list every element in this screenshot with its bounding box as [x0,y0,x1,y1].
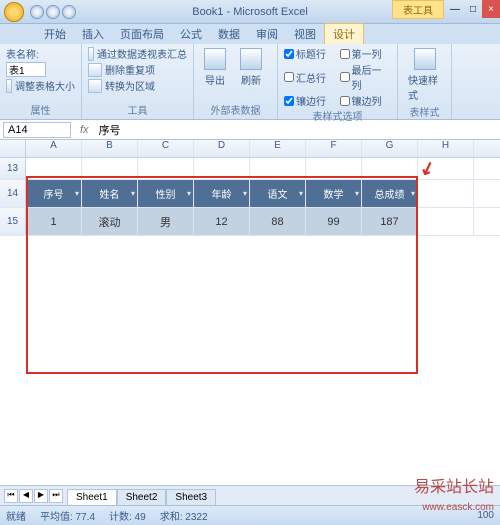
cell[interactable]: 88 [250,208,306,235]
col-A[interactable]: A [26,140,82,157]
window-title: Book1 - Microsoft Excel [192,6,308,18]
group-styles-label: 表样式 [404,104,445,119]
cell[interactable]: 12 [194,208,250,235]
cell[interactable]: 姓名 [82,180,138,207]
convert-icon [88,79,102,93]
minimize-button[interactable]: — [446,0,464,18]
remove-duplicates-button[interactable]: 删除重复项 [88,62,187,77]
contextual-tab-label: 表工具 [392,0,444,19]
tab-view[interactable]: 视图 [286,24,324,44]
formula-bar: A14 fx 序号 [0,120,500,140]
sheet-tab-3[interactable]: Sheet3 [166,489,216,505]
tab-formula[interactable]: 公式 [172,24,210,44]
cell[interactable] [306,158,362,179]
export-button[interactable]: 导出 [200,46,230,89]
cell[interactable]: 语文 [250,180,306,207]
quick-styles-button[interactable]: 快速样式 [404,46,445,104]
pivot-summary-button[interactable]: 通过数据透视表汇总 [88,46,187,61]
cell[interactable]: 性别 [138,180,194,207]
dedup-icon [88,63,102,77]
tab-insert[interactable]: 插入 [74,24,112,44]
tab-nav-first[interactable]: ⏮ [4,489,18,503]
chk-banded-col[interactable]: 镶边列 [340,93,392,108]
formula-input[interactable]: 序号 [95,122,500,138]
cell[interactable]: 序号 [26,180,82,207]
chk-first-col[interactable]: 第一列 [340,46,392,61]
convert-range-button[interactable]: 转换为区域 [88,78,187,93]
sheet-tab-2[interactable]: Sheet2 [117,489,167,505]
col-D[interactable]: D [194,140,250,157]
cell[interactable] [82,158,138,179]
cell[interactable]: 1 [26,208,82,235]
chk-last-col[interactable]: 最后一列 [340,62,392,92]
close-button[interactable]: × [482,0,500,18]
group-tools-label: 工具 [88,102,187,117]
cell[interactable] [138,158,194,179]
tab-home[interactable]: 开始 [36,24,74,44]
cell[interactable]: 年龄 [194,180,250,207]
row-header[interactable]: 13 [0,158,26,179]
qat-redo-icon[interactable] [62,5,76,19]
title-bar: Book1 - Microsoft Excel 表工具 — □ × [0,0,500,24]
cell[interactable] [418,180,474,207]
cell[interactable] [194,158,250,179]
cell[interactable] [250,158,306,179]
group-properties-label: 属性 [6,102,75,117]
resize-table-button[interactable]: 调整表格大小 [6,78,75,93]
cell[interactable]: 99 [306,208,362,235]
col-B[interactable]: B [82,140,138,157]
tab-layout[interactable]: 页面布局 [112,24,172,44]
chk-banded-row[interactable]: 镶边行 [284,93,336,108]
col-G[interactable]: G [362,140,418,157]
cell[interactable]: 数学 [306,180,362,207]
col-C[interactable]: C [138,140,194,157]
worksheet[interactable]: A B C D E F G H 1314序号姓名性别年龄语文数学总成绩 151滚动… [0,140,500,476]
col-F[interactable]: F [306,140,362,157]
group-ext-data-label: 外部表数据 [200,102,271,117]
export-icon [204,48,226,70]
row-header[interactable]: 15 [0,208,26,235]
cell[interactable] [362,158,418,179]
qat-undo-icon[interactable] [46,5,60,19]
refresh-button[interactable]: 刷新 [236,46,266,89]
cell[interactable]: 滚动 [82,208,138,235]
styles-icon [414,48,436,70]
office-orb-icon[interactable] [4,2,24,22]
refresh-icon [240,48,262,70]
name-box[interactable]: A14 [3,122,71,138]
chk-total-row[interactable]: 汇总行 [284,62,336,92]
tab-nav-prev[interactable]: ◀ [19,489,33,503]
status-avg: 平均值: 77.4 [40,508,95,523]
table-name-label: 表名称: [6,46,75,61]
cell[interactable]: 男 [138,208,194,235]
sheet-tab-1[interactable]: Sheet1 [67,489,117,505]
ribbon-tabs: 开始 插入 页面布局 公式 数据 审阅 视图 设计 [0,24,500,44]
tab-design[interactable]: 设计 [324,23,364,44]
cell[interactable] [26,158,82,179]
fx-icon[interactable]: fx [74,124,95,136]
tab-nav-last[interactable]: ⏭ [49,489,63,503]
status-sum: 求和: 2322 [160,508,208,523]
cell[interactable]: 187 [362,208,418,235]
watermark-text: 易采站长站 [414,473,494,497]
tab-nav-next[interactable]: ▶ [34,489,48,503]
cell[interactable] [418,208,474,235]
maximize-button[interactable]: □ [464,0,482,18]
cell[interactable]: 总成绩 [362,180,418,207]
status-count: 计数: 49 [109,508,146,523]
status-ready: 就绪 [6,508,26,523]
tab-review[interactable]: 审阅 [248,24,286,44]
select-all-corner[interactable] [0,140,26,157]
col-H[interactable]: H [418,140,474,157]
chk-header-row[interactable]: 标题行 [284,46,336,61]
qat-save-icon[interactable] [30,5,44,19]
pivot-icon [88,47,94,61]
table-name-input[interactable] [6,62,46,77]
watermark-url: www.easck.com [422,502,494,513]
tab-data[interactable]: 数据 [210,24,248,44]
row-header[interactable]: 14 [0,180,26,207]
ribbon: 表名称: 调整表格大小 属性 通过数据透视表汇总 删除重复项 转换为区域 工具 … [0,44,500,120]
resize-icon [6,79,12,93]
col-E[interactable]: E [250,140,306,157]
